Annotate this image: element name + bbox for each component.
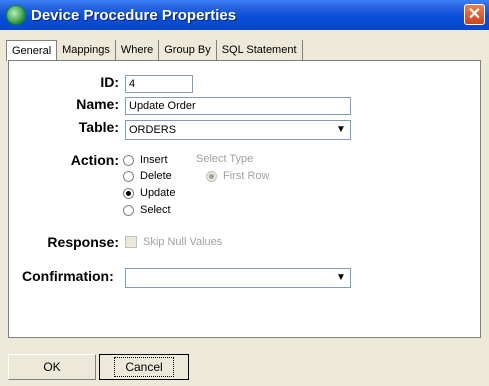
- action-select-label: Select: [140, 204, 171, 216]
- action-insert-label: Insert: [140, 154, 168, 166]
- confirmation-select[interactable]: ▼: [125, 268, 351, 288]
- table-label: Table:: [78, 119, 119, 135]
- ok-button[interactable]: OK: [8, 354, 96, 380]
- action-insert-radio[interactable]: Insert: [123, 154, 168, 166]
- first-row-radio[interactable]: First Row: [206, 170, 269, 182]
- action-select-radio[interactable]: Select: [123, 204, 171, 216]
- select-type-label: Select Type: [196, 153, 254, 165]
- action-update-radio[interactable]: Update: [123, 187, 175, 199]
- radio-circle-icon: [123, 154, 134, 166]
- radio-selected-icon: [123, 187, 134, 199]
- tab-mappings[interactable]: Mappings: [57, 40, 116, 60]
- name-field[interactable]: Update Order: [125, 97, 351, 115]
- window-title: Device Procedure Properties: [31, 6, 237, 24]
- chevron-down-icon[interactable]: ▼: [334, 123, 348, 137]
- response-label: Response:: [47, 234, 119, 250]
- radio-selected-icon: [206, 170, 217, 182]
- first-row-label: First Row: [223, 170, 270, 182]
- cancel-button[interactable]: Cancel: [99, 354, 189, 380]
- id-label: ID:: [100, 74, 119, 90]
- radio-circle-icon: [123, 204, 134, 216]
- action-delete-label: Delete: [140, 170, 172, 182]
- confirmation-label: Confirmation:: [22, 268, 114, 284]
- cancel-label: Cancel: [114, 357, 174, 377]
- action-label: Action:: [70, 152, 119, 168]
- app-icon: [6, 5, 26, 25]
- chevron-down-icon[interactable]: ▼: [334, 271, 348, 285]
- table-select-value: ORDERS: [129, 124, 177, 136]
- table-select[interactable]: ORDERS ▼: [125, 120, 351, 140]
- name-label: Name:: [76, 96, 119, 112]
- radio-circle-icon: [123, 170, 134, 182]
- skip-null-checkbox[interactable]: Skip Null Values: [125, 236, 222, 248]
- action-delete-radio[interactable]: Delete: [123, 170, 172, 182]
- action-update-label: Update: [140, 187, 176, 199]
- tab-strip: General Mappings Where Group By SQL Stat…: [6, 40, 303, 61]
- ok-label: OK: [43, 360, 61, 374]
- close-button[interactable]: ✕: [464, 4, 485, 25]
- checkbox-icon: [125, 236, 137, 248]
- tab-group-by[interactable]: Group By: [159, 40, 217, 60]
- general-panel: ID: 4 Name: Update Order Table: ORDERS ▼…: [8, 60, 481, 338]
- tab-general[interactable]: General: [6, 40, 58, 61]
- skip-null-label: Skip Null Values: [143, 236, 223, 248]
- title-bar: Device Procedure Properties ✕: [0, 0, 489, 30]
- tab-where[interactable]: Where: [116, 40, 160, 60]
- id-field[interactable]: 4: [125, 75, 193, 93]
- tab-sql-statement[interactable]: SQL Statement: [217, 40, 303, 60]
